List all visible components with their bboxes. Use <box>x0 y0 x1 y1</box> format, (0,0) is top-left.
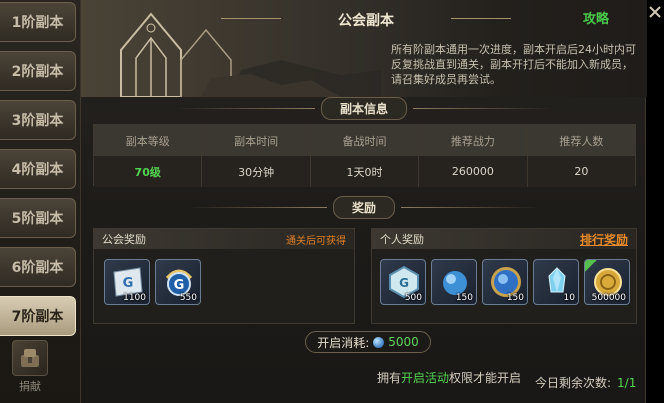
value-cell-prep-time: 1天0时 <box>311 156 420 187</box>
permission-note: 拥有开启活动权限才能开启 <box>81 369 521 386</box>
permission-prefix: 拥有 <box>376 371 401 385</box>
donate-icon <box>12 340 48 376</box>
tab-tier-6[interactable]: 6阶副本 <box>0 247 76 287</box>
reward-count: 550 <box>179 293 197 303</box>
guild-reward-title: 公会奖励 <box>102 233 146 246</box>
title-ornament-right <box>451 18 511 19</box>
tab-tier-4[interactable]: 4阶副本 <box>0 149 76 189</box>
open-cost-value: 5000 <box>388 335 419 349</box>
header-cell-power: 推荐战力 <box>419 125 528 156</box>
reward-count: 1100 <box>123 293 146 303</box>
reward-item-guild-badge[interactable]: G 550 <box>155 259 201 305</box>
tab-tier-7[interactable]: 7阶副本 <box>0 296 76 336</box>
rewards-section-title: 奖励 <box>332 195 395 219</box>
gem-icon <box>373 336 385 348</box>
guild-dungeon-panel: 公会副本 攻略 所有阶副本通用一次进度，副本开启后24小时内可反复挑战直到通关，… <box>80 0 647 403</box>
reward-count: 10 <box>563 293 575 303</box>
dungeon-description: 所有阶副本通用一次进度，副本开启后24小时内可反复挑战直到通关，副本开打后不能加… <box>391 43 636 86</box>
rewards-section-header: 奖励 <box>81 195 647 219</box>
reward-count: 150 <box>506 293 524 303</box>
personal-reward-items: G 500 150 150 10 500000 <box>372 249 636 305</box>
rank-reward-link[interactable]: 排行奖励 <box>580 231 628 248</box>
donate-button[interactable]: 捐献 <box>8 340 52 400</box>
reward-count: 500 <box>404 293 422 303</box>
value-cell-members: 20 <box>574 165 589 178</box>
tab-label: 1阶副本 <box>11 15 64 31</box>
donate-label: 捐献 <box>19 380 41 393</box>
guild-reward-items: G 1100 G 550 <box>94 249 354 305</box>
tab-tier-2[interactable]: 2阶副本 <box>0 51 76 91</box>
header-cell-members: 推荐人数 <box>559 134 604 148</box>
personal-reward-header: 个人奖励 排行奖励 <box>372 229 636 249</box>
divider <box>174 107 315 109</box>
remaining-label: 今日剩余次数: <box>535 376 612 390</box>
value-cell-level: 70级 <box>94 156 203 187</box>
close-icon <box>649 6 661 18</box>
open-cost-badge: 开启消耗: 5000 <box>305 331 431 353</box>
personal-reward-box: 个人奖励 排行奖励 G 500 150 150 10 500000 <box>371 228 637 324</box>
close-button[interactable] <box>646 0 664 24</box>
tab-tier-3[interactable]: 3阶副本 <box>0 100 76 140</box>
guild-reward-header: 公会奖励 通关后可获得 <box>94 229 354 249</box>
tab-label: 3阶副本 <box>11 113 64 129</box>
tab-tier-5[interactable]: 5阶副本 <box>0 198 76 238</box>
header-cell-duration: 副本时间 <box>202 125 311 156</box>
reward-count: 150 <box>455 293 473 303</box>
svg-text:G: G <box>174 278 185 293</box>
header-cell-prep-time: 备战时间 <box>311 125 420 156</box>
reward-item-blue-orb[interactable]: 150 <box>431 259 477 305</box>
header-cell-level: 副本等级 <box>94 125 203 156</box>
reward-item-gold-coin[interactable]: 500000 <box>584 259 630 305</box>
tab-label: 7阶副本 <box>11 309 64 325</box>
tier-tab-list: 1阶副本 2阶副本 3阶副本 4阶副本 5阶副本 6阶副本 7阶副本 捐献 <box>0 0 80 403</box>
info-section-title: 副本信息 <box>320 96 407 120</box>
title-ornament-left <box>221 18 281 19</box>
strategy-button[interactable]: 攻略 <box>583 8 609 27</box>
value-cell-duration: 30分钟 <box>202 156 311 187</box>
reward-item-guild-token[interactable]: G 500 <box>380 259 426 305</box>
svg-text:G: G <box>123 276 134 291</box>
dungeon-banner: 公会副本 攻略 所有阶副本通用一次进度，副本开启后24小时内可反复挑战直到通关，… <box>81 0 647 97</box>
reward-item-orb-coin[interactable]: 150 <box>482 259 528 305</box>
remaining-attempts: 今日剩余次数: 1/1 <box>535 374 636 391</box>
personal-reward-title: 个人奖励 <box>380 233 424 246</box>
open-cost-label: 开启消耗: <box>317 335 370 350</box>
reward-count: 500000 <box>591 293 626 303</box>
guild-reward-note: 通关后可获得 <box>286 235 346 247</box>
divider <box>186 206 327 208</box>
guild-reward-box: 公会奖励 通关后可获得 G 1100 G 550 <box>93 228 355 324</box>
tab-label: 4阶副本 <box>11 162 64 178</box>
info-section-header: 副本信息 <box>81 96 647 120</box>
svg-text:G: G <box>399 276 409 290</box>
permission-suffix: 权限才能开启 <box>448 371 521 385</box>
divider <box>413 107 553 109</box>
divider <box>401 206 541 208</box>
reward-item-guild-card[interactable]: G 1100 <box>104 259 150 305</box>
tab-tier-1[interactable]: 1阶副本 <box>0 2 76 42</box>
permission-highlight: 开启活动 <box>400 371 449 385</box>
tab-label: 2阶副本 <box>11 64 64 80</box>
table-row: 70级 30分钟 1天0时 260000 20 <box>94 156 635 187</box>
tab-label: 5阶副本 <box>11 211 64 227</box>
remaining-value: 1/1 <box>617 376 637 390</box>
tab-label: 6阶副本 <box>11 260 64 276</box>
value-cell-power: 260000 <box>419 156 528 187</box>
reward-item-crystal[interactable]: 10 <box>533 259 579 305</box>
dungeon-info-table: 副本等级 副本时间 备战时间 推荐战力 推荐人数 70级 30分钟 1天0时 2… <box>93 124 636 187</box>
page-title: 公会副本 <box>338 13 394 29</box>
table-header-row: 副本等级 副本时间 备战时间 推荐战力 推荐人数 <box>94 125 635 156</box>
